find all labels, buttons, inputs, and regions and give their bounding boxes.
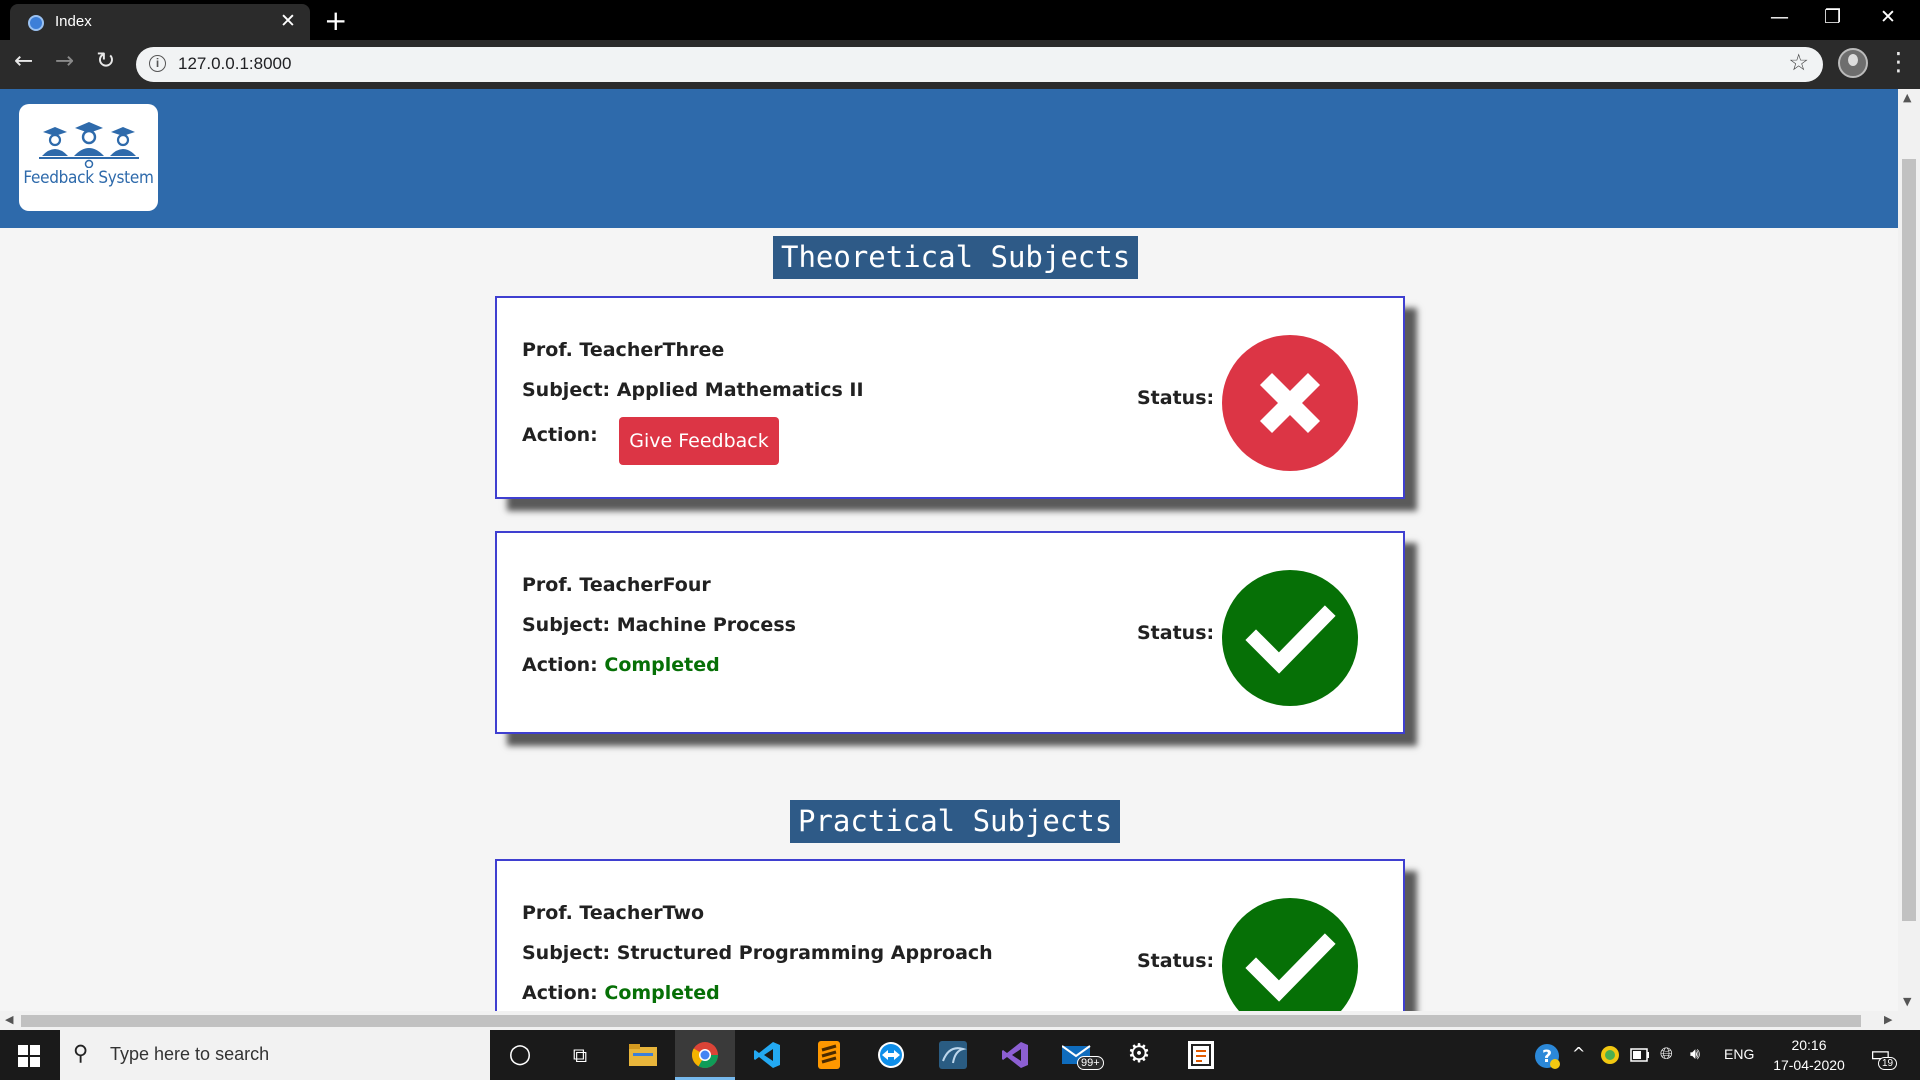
give-feedback-button[interactable]: Give Feedback — [619, 417, 779, 465]
page-viewport: Feedback System Theoretical Subjects Pro… — [0, 89, 1898, 1011]
subject-card: Prof. TeacherTwo Subject: Structured Pro… — [495, 859, 1405, 1011]
reload-icon[interactable]: ↻ — [96, 48, 115, 74]
search-icon: ⚲ — [73, 1041, 89, 1065]
horizontal-scrollbar[interactable]: ◀ ▶ — [0, 1011, 1920, 1030]
site-header: Feedback System — [0, 89, 1898, 228]
forward-icon[interactable]: → — [55, 48, 74, 74]
status-completed-check-icon — [1222, 570, 1358, 706]
theoretical-subjects-title: Theoretical Subjects — [773, 236, 1139, 279]
scroll-down-arrow-icon[interactable]: ▼ — [1903, 995, 1911, 1008]
windows-start-icon[interactable] — [18, 1045, 40, 1067]
help-icon[interactable]: ? — [1534, 1043, 1560, 1069]
favicon-icon — [28, 15, 44, 31]
browser-toolbar: ← → ↻ i 127.0.0.1:8000 ☆ ⋮ — [0, 40, 1920, 89]
task-view-icon[interactable]: ⧉ — [550, 1030, 610, 1080]
mail-icon[interactable]: 99+ — [1047, 1030, 1107, 1080]
scroll-right-arrow-icon[interactable]: ▶ — [1884, 1013, 1892, 1026]
status-completed-check-icon — [1222, 898, 1358, 1011]
volume-icon[interactable]: 🔊︎ — [1690, 1044, 1700, 1064]
teacher-name: Prof. TeacherFour — [522, 574, 711, 596]
battery-icon[interactable] — [1630, 1048, 1650, 1062]
subject-name: Subject: Structured Programming Approach — [522, 942, 993, 964]
url-text[interactable]: 127.0.0.1:8000 — [178, 54, 291, 74]
back-icon[interactable]: ← — [14, 48, 33, 74]
profile-avatar[interactable] — [1838, 48, 1868, 78]
taskbar-search-box[interactable]: ⚲ Type here to search — [60, 1030, 490, 1080]
subject-name: Subject: Applied Mathematics II — [522, 379, 864, 401]
bookmark-star-icon[interactable]: ☆ — [1788, 50, 1809, 76]
clock-time: 20:16 — [1791, 1037, 1827, 1053]
vscode-icon[interactable] — [737, 1030, 797, 1080]
network-icon[interactable]: 🌐︎ — [1660, 1044, 1673, 1064]
action-row: Action: Give Feedback — [522, 417, 779, 465]
cortana-icon[interactable]: ○ — [490, 1030, 550, 1080]
vertical-scroll-thumb[interactable] — [1902, 159, 1916, 921]
practical-subjects-title: Practical Subjects — [790, 800, 1121, 843]
subject-name: Subject: Machine Process — [522, 614, 796, 636]
site-logo[interactable]: Feedback System — [19, 104, 158, 211]
action-completed-text: Completed — [604, 654, 720, 676]
status-label: Status: — [1137, 387, 1215, 409]
logo-text: Feedback System — [23, 168, 154, 188]
vertical-scrollbar[interactable]: ▲ ▼ — [1898, 89, 1920, 1011]
minimize-button[interactable]: — — [1770, 6, 1789, 28]
status-label: Status: — [1137, 622, 1215, 644]
tab-title: Index — [55, 13, 92, 30]
chrome-icon[interactable] — [675, 1030, 735, 1080]
scroll-up-arrow-icon[interactable]: ▲ — [1903, 91, 1911, 104]
clock[interactable]: 20:16 17-04-2020 — [1764, 1035, 1854, 1075]
visual-studio-icon[interactable] — [985, 1030, 1045, 1080]
action-label: Action: — [522, 424, 598, 446]
browser-tab-bar: Index ✕ + — ❐ ✕ — [0, 0, 1920, 40]
teamviewer-icon[interactable] — [861, 1030, 921, 1080]
mysql-workbench-icon[interactable] — [923, 1030, 983, 1080]
sublime-text-icon[interactable] — [799, 1030, 859, 1080]
mail-badge: 99+ — [1077, 1056, 1104, 1070]
browser-menu-icon[interactable]: ⋮ — [1886, 47, 1911, 76]
chevron-up-icon[interactable]: ^ — [1572, 1044, 1585, 1063]
scroll-left-arrow-icon[interactable]: ◀ — [5, 1013, 13, 1026]
settings-icon[interactable]: ⚙ — [1109, 1030, 1169, 1080]
action-completed-text: Completed — [604, 982, 720, 1004]
teacher-name: Prof. TeacherTwo — [522, 902, 705, 924]
new-tab-button[interactable]: + — [324, 4, 347, 37]
window-close-button[interactable]: ✕ — [1880, 6, 1896, 28]
restore-button[interactable]: ❐ — [1824, 6, 1841, 28]
language-indicator[interactable]: ENG — [1724, 1046, 1754, 1062]
notification-count-badge: 19 — [1878, 1057, 1898, 1070]
action-row: Action: Completed — [522, 654, 720, 676]
teacher-name: Prof. TeacherThree — [522, 339, 725, 361]
site-info-icon[interactable]: i — [149, 55, 166, 72]
app-icon[interactable] — [1171, 1030, 1231, 1080]
action-label: Action: — [522, 982, 598, 1004]
graduates-logo-icon — [39, 122, 139, 168]
address-bar[interactable]: i 127.0.0.1:8000 ☆ — [136, 47, 1823, 82]
windows-taskbar: ⚲ Type here to search ○ ⧉ 99+ ⚙ ? ^ 🌐︎ 🔊… — [0, 1030, 1920, 1080]
status-label: Status: — [1137, 950, 1215, 972]
browser-tab[interactable]: Index ✕ — [10, 4, 310, 40]
action-row: Action: Completed — [522, 982, 720, 1004]
action-label: Action: — [522, 654, 598, 676]
tab-close-icon[interactable]: ✕ — [280, 10, 296, 32]
file-explorer-icon[interactable] — [613, 1030, 673, 1080]
horizontal-scroll-thumb[interactable] — [21, 1015, 1861, 1027]
clock-date: 17-04-2020 — [1773, 1057, 1845, 1073]
subject-card: Prof. TeacherFour Subject: Machine Proce… — [495, 531, 1405, 734]
status-pending-x-icon — [1222, 335, 1358, 471]
subject-card: Prof. TeacherThree Subject: Applied Math… — [495, 296, 1405, 499]
tray-app-icon[interactable] — [1600, 1045, 1620, 1065]
search-placeholder: Type here to search — [110, 1044, 270, 1064]
